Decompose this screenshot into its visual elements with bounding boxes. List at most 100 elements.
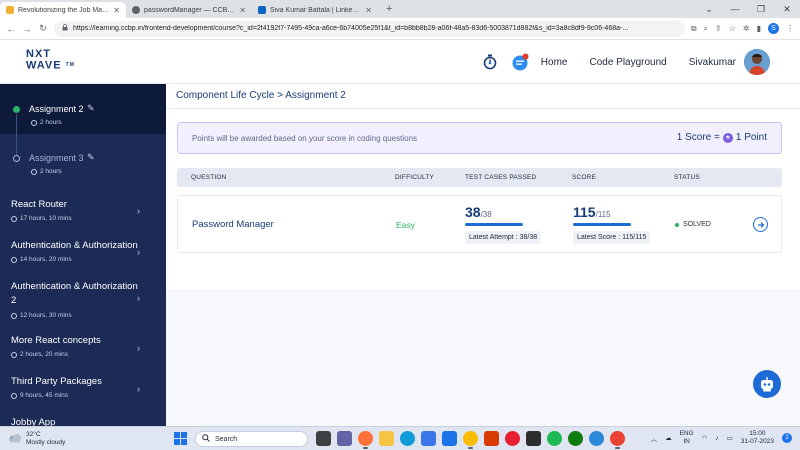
weather-widget[interactable]: 32°C Mostly cloudy — [8, 430, 65, 448]
nav-home-link[interactable]: Home — [541, 57, 568, 68]
sidebar-item-label: Jobby App — [11, 417, 56, 426]
clock-icon — [11, 215, 17, 222]
chevron-up-icon[interactable]: ︿ — [651, 433, 658, 443]
chrome-icon[interactable] — [610, 431, 625, 449]
clock-icon — [11, 392, 17, 399]
subitem-duration: 2 hours — [31, 168, 62, 175]
score-value: 115 — [573, 204, 596, 220]
taskbar-pinned-apps — [316, 431, 625, 449]
tab-search-icon[interactable]: ⌄ — [696, 0, 722, 18]
close-tab-icon[interactable]: ✕ — [239, 6, 246, 15]
spotify-icon[interactable] — [547, 431, 562, 446]
minimize-icon[interactable]: — — [722, 0, 748, 18]
forward-arrow-icon[interactable]: → — [22, 24, 32, 34]
monitor-app-icon[interactable] — [442, 431, 457, 446]
teams-chat-icon[interactable] — [337, 431, 352, 446]
windows-taskbar: 32°C Mostly cloudy Search ︿ ☁ ENG IN ◠ ♪… — [0, 426, 800, 450]
edit-pencil-icon[interactable]: ✎ — [87, 103, 95, 114]
chatbot-assistant-button[interactable] — [753, 370, 781, 398]
url-omnibox[interactable]: https://learning.ccbp.in/frontend-develo… — [54, 20, 685, 37]
sidebar-subitem-assignment-2[interactable]: Assignment 2 ✎ 2 hours — [0, 84, 166, 134]
weather-desc: Mostly cloudy — [26, 439, 66, 446]
course-sidebar: Assignment 2 ✎ 2 hours Assignment 3 ✎ 2 … — [0, 84, 166, 426]
sidebar-subitem-assignment-3[interactable]: Assignment 3 ✎ 2 hours — [0, 139, 166, 189]
sidebar-item-third-party-packages[interactable]: Third Party Packages 9 hours, 45 mins › — [0, 375, 166, 415]
language-indicator[interactable]: ENG IN — [680, 430, 694, 446]
column-score: SCORE — [572, 174, 597, 181]
chevron-right-icon: › — [137, 247, 140, 257]
content-background — [166, 289, 800, 426]
browser-tab-nxtwave[interactable]: Revolutionizing the Job Market | ✕ — [0, 2, 126, 18]
file-explorer-icon[interactable] — [379, 431, 394, 446]
score-metric: 115/115 Latest Score : 115/115 — [573, 204, 651, 244]
windows-start-icon[interactable] — [174, 432, 187, 445]
side-panel-icon[interactable]: ▮ — [757, 24, 761, 33]
sidebar-item-duration: 9 hours, 45 mins — [11, 392, 68, 399]
streak-timer-icon[interactable] — [481, 53, 499, 71]
sidebar-item-authentication[interactable]: Authentication & Authorization 14 hours,… — [0, 237, 166, 277]
nxtwave-favicon-icon — [6, 6, 14, 14]
main-content: Component Life Cycle > Assignment 2 Poin… — [166, 84, 800, 426]
user-avatar[interactable] — [744, 49, 770, 75]
sidebar-item-react-router[interactable]: React Router 17 hours, 10 mins › — [0, 196, 166, 236]
open-question-arrow-icon[interactable] — [753, 217, 768, 232]
chrome-dev-icon[interactable] — [463, 431, 478, 449]
share-icon[interactable]: ⇪ — [715, 24, 722, 33]
volume-icon[interactable]: ♪ — [715, 435, 718, 442]
close-window-icon[interactable]: ✕ — [774, 0, 800, 18]
office-icon[interactable] — [484, 431, 499, 446]
xbox-icon[interactable] — [568, 431, 583, 446]
nxtwave-logo[interactable]: NXT WAVE TM — [26, 49, 75, 71]
browser-tab-linkedin[interactable]: Siva Kumar Battala | LinkedIn ✕ — [252, 2, 378, 18]
zoom-icon[interactable]: ⌕ — [704, 24, 708, 34]
status-badge: SOLVED — [675, 221, 711, 228]
store-icon[interactable] — [421, 431, 436, 446]
notification-badge[interactable]: 2 — [782, 433, 792, 443]
task-view-icon[interactable] — [316, 431, 331, 446]
question-name[interactable]: Password Manager — [192, 219, 274, 230]
window-controls: ⌄ — ❐ ✕ — [696, 0, 800, 18]
linkedin-favicon-icon — [258, 6, 266, 14]
cloud-sync-icon[interactable]: ☁ — [665, 434, 672, 442]
question-row-password-manager[interactable]: Password Manager Easy 38/38 Latest Attem… — [177, 195, 782, 253]
extensions-puzzle-icon[interactable]: ✲ — [743, 24, 750, 33]
user-name[interactable]: Sivakumar — [689, 57, 736, 68]
edge-icon[interactable] — [400, 431, 415, 446]
header-actions: Home Code Playground Sivakumar — [481, 40, 770, 84]
close-tab-icon[interactable]: ✕ — [113, 6, 120, 15]
sidebar-item-authentication-2[interactable]: Authentication & Authorization 2 12 hour… — [0, 278, 166, 328]
latest-attempt-chip: Latest Attempt : 38/38 — [465, 231, 542, 244]
taskbar-search-input[interactable]: Search — [195, 431, 308, 447]
cloud-icon — [8, 430, 22, 448]
weather-app-icon[interactable] — [589, 431, 604, 446]
browser-profile-avatar[interactable]: S — [768, 23, 779, 34]
wifi-icon[interactable]: ◠ — [702, 434, 708, 442]
back-arrow-icon[interactable]: ← — [6, 24, 16, 34]
tests-total: /38 — [480, 210, 492, 219]
chat-notification-icon[interactable] — [511, 53, 529, 71]
browser-menu-icon[interactable]: ⋮ — [786, 24, 794, 33]
nav-code-playground-link[interactable]: Code Playground — [589, 57, 666, 68]
sidebar-item-more-react-concepts[interactable]: More React concepts 2 hours, 20 mins › — [0, 334, 166, 374]
close-tab-icon[interactable]: ✕ — [365, 6, 372, 15]
edit-pencil-icon[interactable]: ✎ — [87, 152, 95, 163]
battery-icon[interactable]: ▭ — [727, 434, 733, 442]
maximize-icon[interactable]: ❐ — [748, 0, 774, 18]
reload-icon[interactable]: ↻ — [38, 23, 48, 34]
sidebar-item-jobby-app[interactable]: Jobby App — [0, 416, 166, 426]
opera-icon[interactable] — [505, 431, 520, 446]
sidebar-item-label: Third Party Packages — [11, 376, 102, 387]
camera-app-icon[interactable] — [526, 431, 541, 446]
open-in-app-icon[interactable]: ⧉ — [691, 24, 697, 34]
new-tab-button[interactable]: + — [378, 2, 400, 18]
difficulty-badge: Easy — [396, 220, 415, 230]
address-bar-actions: ⧉ ⌕ ⇪ ☆ ✲ ▮ S ⋮ — [691, 23, 794, 34]
breadcrumb: Component Life Cycle > Assignment 2 — [176, 90, 346, 101]
browser-address-bar: ← → ↻ https://learning.ccbp.in/frontend-… — [0, 18, 800, 40]
clock-date[interactable]: 15:00 31-07-2023 — [741, 430, 774, 446]
browser-tab-bar: Revolutionizing the Job Market | ✕ passw… — [0, 0, 800, 18]
firefox-icon[interactable] — [358, 431, 373, 449]
browser-tab-ide[interactable]: passwordManager — CCBP IDE ✕ — [126, 2, 252, 18]
bookmark-star-icon[interactable]: ☆ — [729, 24, 736, 33]
clock-icon — [31, 168, 37, 175]
